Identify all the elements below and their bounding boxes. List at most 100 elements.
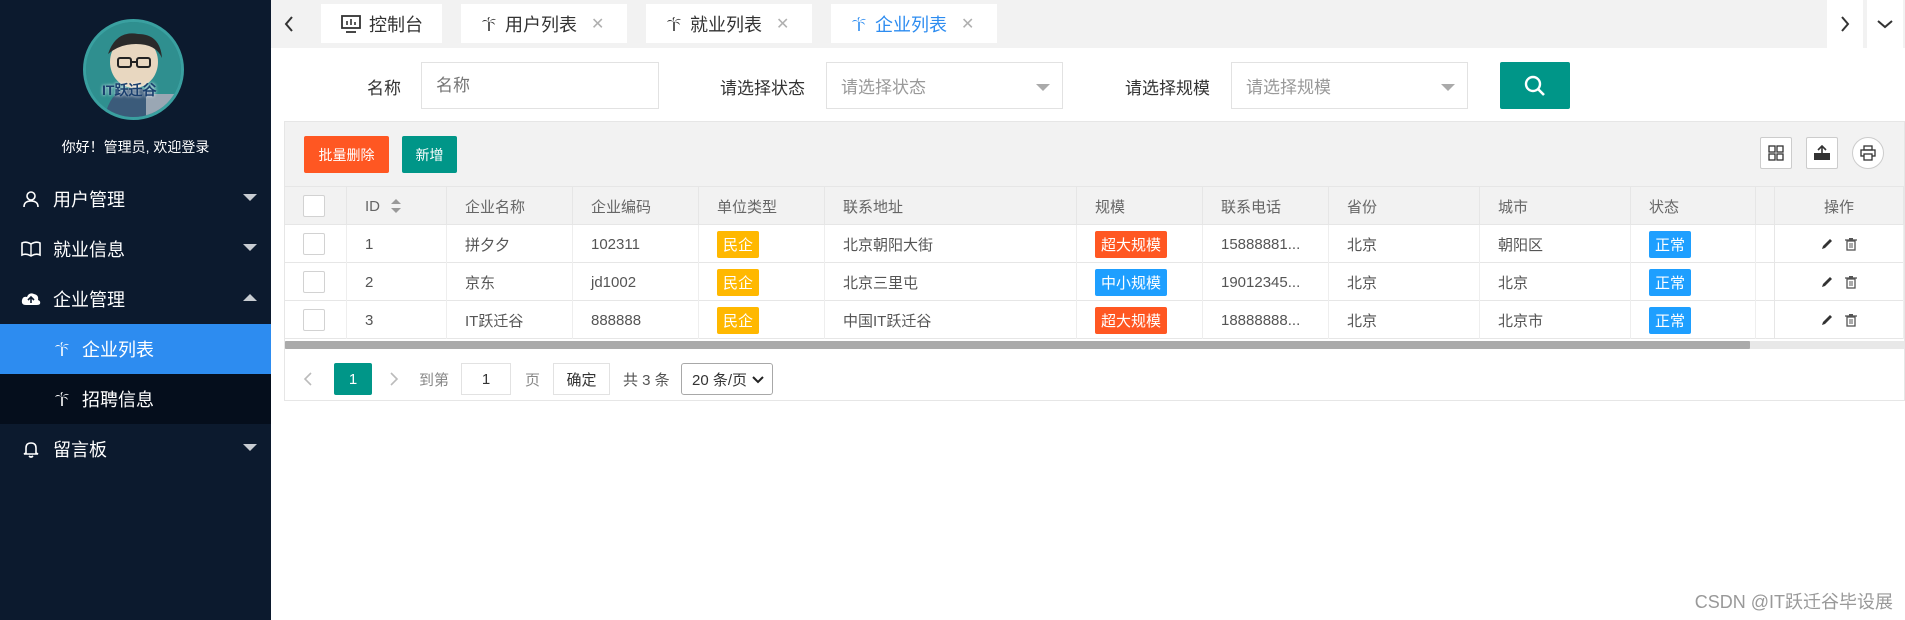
avatar[interactable]: IT跃迁谷 <box>83 19 184 120</box>
cell-status: 正常 <box>1631 263 1756 301</box>
chevron-left-icon <box>303 372 312 386</box>
menu-label: 就业信息 <box>53 240 125 260</box>
row-checkbox[interactable] <box>303 271 325 293</box>
sub-item-enterprise-list[interactable]: 企业列表 <box>0 324 271 374</box>
status-label: 请选择状态 <box>720 79 805 98</box>
menu-item-user-management[interactable]: 用户管理 <box>0 174 271 224</box>
cell-city: 北京 <box>1480 263 1631 301</box>
status-select[interactable]: 请选择状态 <box>826 62 1063 109</box>
status-badge: 正常 <box>1649 268 1692 296</box>
tab-menu-button[interactable] <box>1867 0 1903 48</box>
tab-prev-button[interactable] <box>271 0 307 48</box>
table-row: 3 IT跃迁谷 888888 民企 中国IT跃迁谷 超大规模 18888888.… <box>285 301 1904 339</box>
search-button[interactable] <box>1500 62 1570 109</box>
export-button[interactable] <box>1806 137 1838 169</box>
name-input[interactable] <box>421 62 659 109</box>
table-header: ID 企业名称 企业编码 单位类型 联系地址 规模 联系电话 省份 城市 状态 … <box>285 187 1904 225</box>
columns-filter-button[interactable] <box>1760 137 1792 169</box>
tab-employment-list[interactable]: 就业列表 ✕ <box>646 4 812 43</box>
cell-scale: 中小规模 <box>1077 263 1203 301</box>
status-placeholder: 请选择状态 <box>841 78 926 97</box>
chevron-down-icon <box>243 194 257 201</box>
header-type: 单位类型 <box>699 187 825 225</box>
tab-label: 控制台 <box>369 14 423 35</box>
close-icon[interactable]: ✕ <box>776 14 789 34</box>
cell-city: 北京市 <box>1480 301 1631 339</box>
avatar-text: IT跃迁谷 <box>102 82 157 98</box>
tab-enterprise-list[interactable]: 企业列表 ✕ <box>831 4 997 43</box>
sidebar: IT跃迁谷 你好！管理员, 欢迎登录 用户管理 就业信息 企业管理 企业列表 招… <box>0 0 271 620</box>
header-label: 操作 <box>1823 198 1854 216</box>
edit-icon[interactable] <box>1820 237 1834 251</box>
row-checkbox-cell <box>285 301 347 339</box>
table-toolbar: 批量删除 新增 <box>285 122 1904 187</box>
header-label: 城市 <box>1498 198 1529 216</box>
delete-icon[interactable] <box>1844 313 1858 327</box>
table-panel: 批量删除 新增 ID 企业名称 企业编码 单位类型 联系地址 规模 联系电话 省… <box>284 121 1905 401</box>
tab-bar: 控制台 用户列表 ✕ 就业列表 ✕ 企业列表 ✕ <box>271 0 1905 48</box>
edit-icon[interactable] <box>1820 313 1834 327</box>
cell-phone: 15888881... <box>1203 225 1329 263</box>
menu-item-employment-info[interactable]: 就业信息 <box>0 224 271 274</box>
delete-icon[interactable] <box>1844 275 1858 289</box>
header-code: 企业编码 <box>573 187 699 225</box>
tab-console[interactable]: 控制台 <box>321 4 442 43</box>
chevron-up-icon <box>243 294 257 301</box>
print-button[interactable] <box>1852 137 1884 169</box>
next-page-button[interactable] <box>389 363 399 395</box>
edit-icon[interactable] <box>1820 275 1834 289</box>
goto-confirm-button[interactable]: 确定 <box>553 363 610 395</box>
header-id[interactable]: ID <box>347 187 447 225</box>
cell-status: 正常 <box>1631 301 1756 339</box>
horizontal-scrollbar[interactable] <box>285 341 1904 349</box>
sub-item-recruitment-info[interactable]: 招聘信息 <box>0 374 271 424</box>
chevron-left-icon <box>284 16 293 32</box>
search-icon <box>1524 75 1545 96</box>
chevron-down-icon <box>243 244 257 251</box>
caret-down-icon <box>1036 84 1050 91</box>
pagination: 1 到第 页 确定 共 3 条 20 条/页 <box>285 358 1904 402</box>
type-badge: 民企 <box>717 268 760 296</box>
cell-city: 朝阳区 <box>1480 225 1631 263</box>
menu-item-message-board[interactable]: 留言板 <box>0 424 271 474</box>
tab-label: 企业列表 <box>875 14 947 35</box>
palm-icon <box>851 16 867 32</box>
row-checkbox-cell <box>285 263 347 301</box>
page-number-current[interactable]: 1 <box>334 363 372 395</box>
cell-type: 民企 <box>699 225 825 263</box>
header-label: ID <box>365 197 380 215</box>
batch-delete-button[interactable]: 批量删除 <box>304 136 389 173</box>
chevron-down-icon <box>1877 20 1893 29</box>
palm-icon <box>54 391 70 407</box>
cell-province: 北京 <box>1329 225 1480 263</box>
welcome-text: 你好！管理员, 欢迎登录 <box>61 139 210 155</box>
header-name: 企业名称 <box>447 187 573 225</box>
scale-select[interactable]: 请选择规模 <box>1231 62 1468 109</box>
export-icon <box>1814 145 1830 160</box>
add-button[interactable]: 新增 <box>402 136 457 173</box>
cell-address: 北京朝阳大街 <box>825 225 1077 263</box>
header-checkbox-cell <box>285 187 347 225</box>
scrollbar-thumb[interactable] <box>285 341 1750 349</box>
delete-icon[interactable] <box>1844 237 1858 251</box>
tab-user-list[interactable]: 用户列表 ✕ <box>461 4 627 43</box>
table-row: 1 拼夕夕 102311 民企 北京朝阳大街 超大规模 15888881... … <box>285 225 1904 263</box>
cell-name: 拼夕夕 <box>447 225 573 263</box>
row-checkbox[interactable] <box>303 233 325 255</box>
bell-icon <box>21 440 41 458</box>
close-icon[interactable]: ✕ <box>591 14 604 34</box>
close-icon[interactable]: ✕ <box>961 14 974 34</box>
menu-item-enterprise-management[interactable]: 企业管理 <box>0 274 271 324</box>
sort-icon[interactable] <box>390 198 402 214</box>
scale-badge: 超大规模 <box>1095 306 1168 334</box>
header-province: 省份 <box>1329 187 1480 225</box>
page-size-select[interactable]: 20 条/页 <box>681 363 773 395</box>
tab-label: 用户列表 <box>505 14 577 35</box>
chevron-right-icon <box>1841 16 1850 32</box>
tab-next-button[interactable] <box>1827 0 1863 48</box>
select-all-checkbox[interactable] <box>303 195 325 217</box>
goto-page-input[interactable] <box>461 363 511 395</box>
header-label: 联系地址 <box>843 198 904 216</box>
prev-page-button[interactable] <box>303 363 313 395</box>
row-checkbox[interactable] <box>303 309 325 331</box>
